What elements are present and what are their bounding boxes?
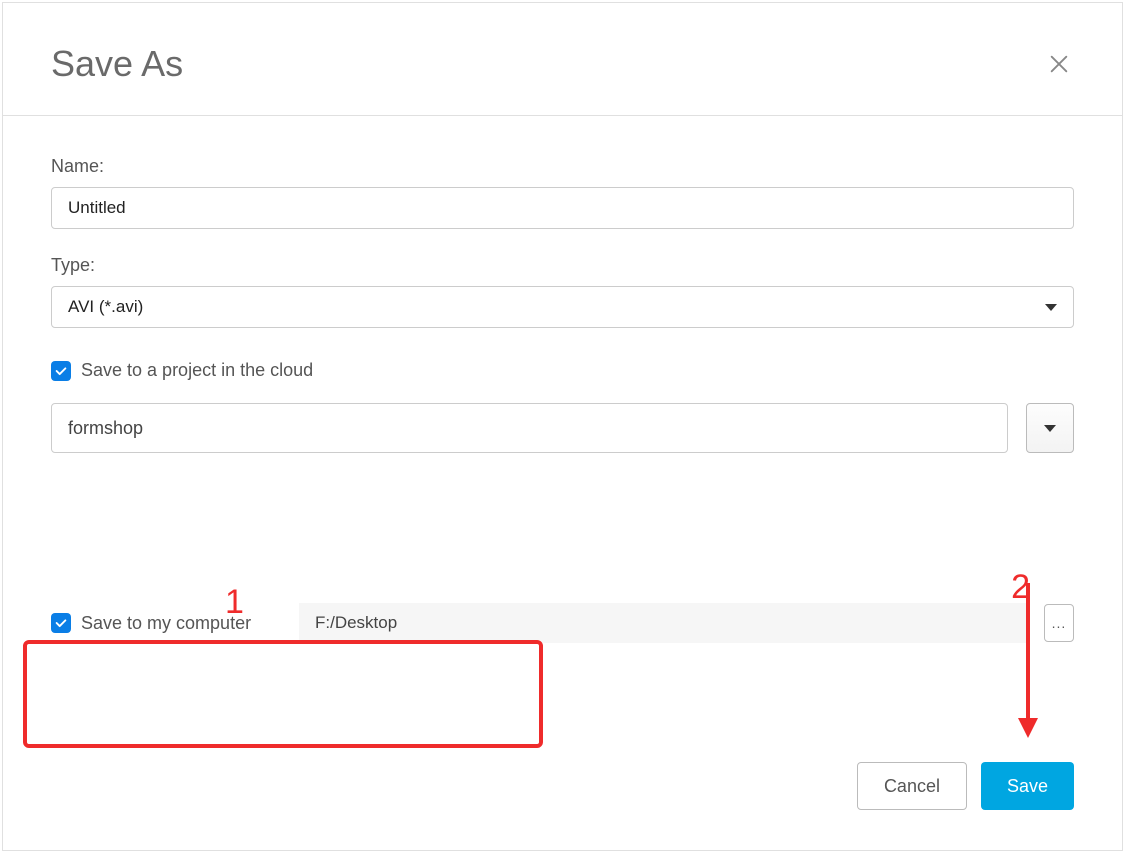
type-select-value: AVI (*.avi)	[68, 297, 143, 317]
browse-button[interactable]: ...	[1044, 604, 1074, 642]
type-select[interactable]: AVI (*.avi)	[51, 286, 1074, 328]
dialog-body: Name: Type: AVI (*.avi) Save to a projec…	[3, 116, 1122, 663]
check-icon	[54, 616, 68, 630]
chevron-down-icon	[1045, 304, 1057, 311]
computer-check-label: Save to my computer	[81, 613, 251, 634]
computer-check-group: Save to my computer	[51, 613, 281, 634]
cloud-check-label: Save to a project in the cloud	[81, 360, 313, 381]
chevron-down-icon	[1044, 425, 1056, 432]
path-input[interactable]	[299, 603, 1026, 643]
save-button[interactable]: Save	[981, 762, 1074, 810]
name-label: Name:	[51, 156, 1074, 177]
close-button[interactable]	[1044, 49, 1074, 79]
cloud-project-row: formshop	[51, 403, 1074, 453]
dialog-footer: Cancel Save	[857, 762, 1074, 810]
dialog-title: Save As	[51, 43, 183, 85]
cloud-project-value: formshop	[68, 418, 143, 439]
cloud-check-row: Save to a project in the cloud	[51, 360, 1074, 381]
type-label: Type:	[51, 255, 1074, 276]
dialog-header: Save As	[3, 3, 1122, 116]
save-as-dialog: Save As Name: Type: AVI (*.avi) Save to …	[2, 2, 1123, 851]
computer-row: Save to my computer ...	[51, 603, 1074, 643]
computer-checkbox[interactable]	[51, 613, 71, 633]
cancel-button[interactable]: Cancel	[857, 762, 967, 810]
cloud-project-dropdown-button[interactable]	[1026, 403, 1074, 453]
name-input[interactable]	[51, 187, 1074, 229]
cloud-project-select[interactable]: formshop	[51, 403, 1008, 453]
close-icon	[1048, 53, 1070, 75]
cloud-checkbox[interactable]	[51, 361, 71, 381]
check-icon	[54, 364, 68, 378]
